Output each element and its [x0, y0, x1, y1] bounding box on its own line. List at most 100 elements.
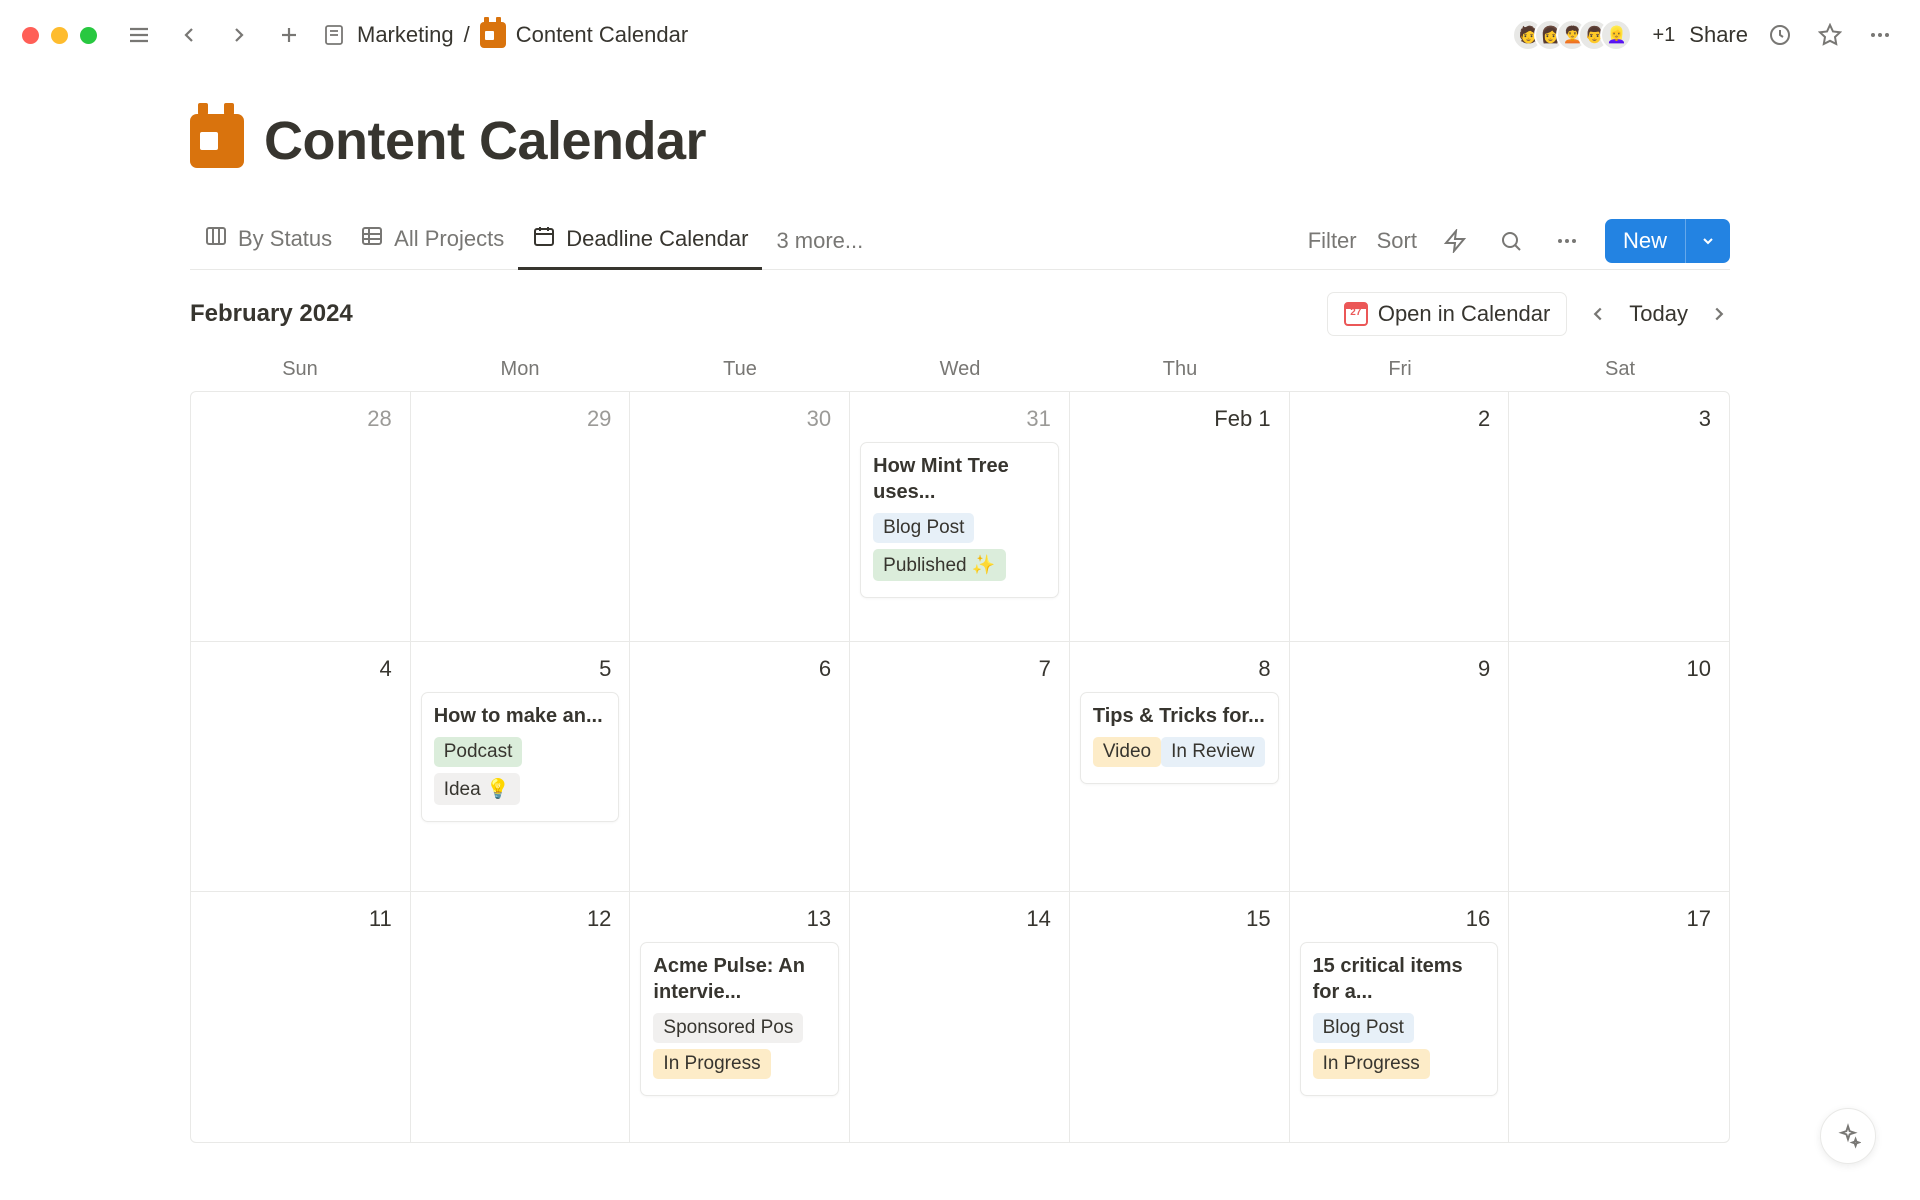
day-number: 11: [201, 902, 400, 936]
calendar-day[interactable]: 16 15 critical items for a...Blog PostIn …: [1290, 892, 1510, 1142]
view-tab-deadline-calendar[interactable]: Deadline Calendar: [518, 212, 762, 270]
day-number: Feb 1: [1080, 402, 1279, 436]
calendar-day[interactable]: 12: [411, 892, 631, 1142]
day-number: 16: [1300, 902, 1499, 936]
day-header: Wed: [850, 358, 1070, 381]
calendar-day[interactable]: 8 Tips & Tricks for... VideoIn Review: [1070, 642, 1290, 892]
card-title: Tips & Tricks for...: [1093, 703, 1266, 729]
presence-avatars[interactable]: 🧑 👩 🧑‍🦱 👨 👱‍♀️: [1512, 19, 1632, 51]
calendar-event-card[interactable]: How Mint Tree uses...Blog PostPublished …: [860, 442, 1059, 598]
day-header: Tue: [630, 358, 850, 381]
sidebar-toggle[interactable]: [121, 17, 157, 53]
view-options-icon[interactable]: [1549, 223, 1585, 259]
card-title: How Mint Tree uses...: [873, 453, 1046, 505]
day-number: 9: [1300, 652, 1499, 686]
day-header: Mon: [410, 358, 630, 381]
favorite-icon[interactable]: [1812, 17, 1848, 53]
window-minimize[interactable]: [51, 27, 68, 44]
calendar-day[interactable]: 3: [1509, 392, 1729, 642]
breadcrumb-current[interactable]: Content Calendar: [516, 22, 688, 48]
filter-button[interactable]: Filter: [1308, 228, 1357, 254]
automations-icon[interactable]: [1437, 223, 1473, 259]
calendar-day[interactable]: 29: [411, 392, 631, 642]
ai-assistant-button[interactable]: [1820, 1108, 1876, 1164]
view-tab-by-status[interactable]: By Status: [190, 212, 346, 270]
view-tab-all-projects[interactable]: All Projects: [346, 212, 518, 270]
views-more[interactable]: 3 more...: [762, 228, 877, 254]
card-tag: Blog Post: [873, 513, 974, 543]
next-month[interactable]: [1708, 303, 1730, 325]
calendar-day[interactable]: 30: [630, 392, 850, 642]
day-number: 31: [860, 402, 1059, 436]
calendar-day[interactable]: 28: [191, 392, 411, 642]
day-number: 29: [421, 402, 620, 436]
calendar-icon: [480, 22, 506, 48]
more-menu-icon[interactable]: [1862, 17, 1898, 53]
open-in-calendar-label: Open in Calendar: [1378, 301, 1550, 327]
day-number: 8: [1080, 652, 1279, 686]
day-number: 30: [640, 402, 839, 436]
calendar-day[interactable]: 9: [1290, 642, 1510, 892]
breadcrumb-parent[interactable]: Marketing: [357, 22, 454, 48]
calendar-day[interactable]: 7: [850, 642, 1070, 892]
calendar-event-card[interactable]: 15 critical items for a...Blog PostIn Pr…: [1300, 942, 1499, 1096]
sort-button[interactable]: Sort: [1377, 228, 1417, 254]
nav-forward[interactable]: [221, 17, 257, 53]
day-number: 10: [1519, 652, 1719, 686]
day-number: 15: [1080, 902, 1279, 936]
calendar-day[interactable]: 15: [1070, 892, 1290, 1142]
calendar-grid: 28293031How Mint Tree uses...Blog PostPu…: [190, 391, 1730, 1143]
window-maximize[interactable]: [80, 27, 97, 44]
table-icon: [360, 224, 384, 254]
calendar-day[interactable]: 5How to make an...PodcastIdea 💡: [411, 642, 631, 892]
card-tag: Sponsored Pos: [653, 1013, 803, 1043]
share-button[interactable]: Share: [1689, 22, 1748, 48]
calendar-day[interactable]: 11: [191, 892, 411, 1142]
card-tag: In Review: [1161, 737, 1264, 767]
day-number: 6: [640, 652, 839, 686]
new-button-dropdown[interactable]: [1685, 219, 1730, 263]
window-controls: [22, 27, 97, 44]
new-button-label: New: [1605, 228, 1685, 254]
calendar-day[interactable]: 10: [1509, 642, 1729, 892]
calendar-day[interactable]: 2: [1290, 392, 1510, 642]
avatar-overflow[interactable]: +1: [1652, 24, 1675, 47]
calendar-day[interactable]: 6: [630, 642, 850, 892]
calendar-event-card[interactable]: Acme Pulse: An intervie...Sponsored PosI…: [640, 942, 839, 1096]
page-title[interactable]: Content Calendar: [264, 110, 706, 172]
new-button[interactable]: New: [1605, 219, 1730, 263]
calendar-day[interactable]: 14: [850, 892, 1070, 1142]
new-tab[interactable]: [271, 17, 307, 53]
breadcrumb-separator: /: [464, 22, 470, 48]
day-number: 7: [860, 652, 1059, 686]
calendar-day[interactable]: 13Acme Pulse: An intervie...Sponsored Po…: [630, 892, 850, 1142]
day-headers: SunMonTueWedThuFriSat: [190, 358, 1730, 391]
card-title: How to make an...: [434, 703, 607, 729]
prev-month[interactable]: [1587, 303, 1609, 325]
card-tag: Video: [1093, 737, 1161, 767]
page-icon[interactable]: [190, 114, 244, 168]
calendar-event-card[interactable]: Tips & Tricks for... VideoIn Review: [1080, 692, 1279, 784]
page-heading: Content Calendar: [190, 110, 1730, 172]
avatar: 👱‍♀️: [1600, 19, 1632, 51]
search-icon[interactable]: [1493, 223, 1529, 259]
day-header: Thu: [1070, 358, 1290, 381]
calendar-day[interactable]: 17: [1509, 892, 1729, 1142]
calendar-day[interactable]: 4: [191, 642, 411, 892]
card-tag: Idea 💡: [434, 773, 520, 805]
card-tag: In Progress: [1313, 1049, 1430, 1079]
breadcrumb: Marketing / Content Calendar: [321, 22, 688, 48]
calendar-event-card[interactable]: How to make an...PodcastIdea 💡: [421, 692, 620, 822]
window-close[interactable]: [22, 27, 39, 44]
calendar-day[interactable]: Feb 1: [1070, 392, 1290, 642]
day-number: 14: [860, 902, 1059, 936]
updates-icon[interactable]: [1762, 17, 1798, 53]
view-tab-label: By Status: [238, 226, 332, 252]
topbar-right: 🧑 👩 🧑‍🦱 👨 👱‍♀️ +1 Share: [1512, 17, 1898, 53]
nav-back[interactable]: [171, 17, 207, 53]
calendar-day[interactable]: 31How Mint Tree uses...Blog PostPublishe…: [850, 392, 1070, 642]
day-header: Fri: [1290, 358, 1510, 381]
today-button[interactable]: Today: [1629, 301, 1688, 327]
day-header: Sat: [1510, 358, 1730, 381]
open-in-calendar-button[interactable]: Open in Calendar: [1327, 292, 1567, 336]
